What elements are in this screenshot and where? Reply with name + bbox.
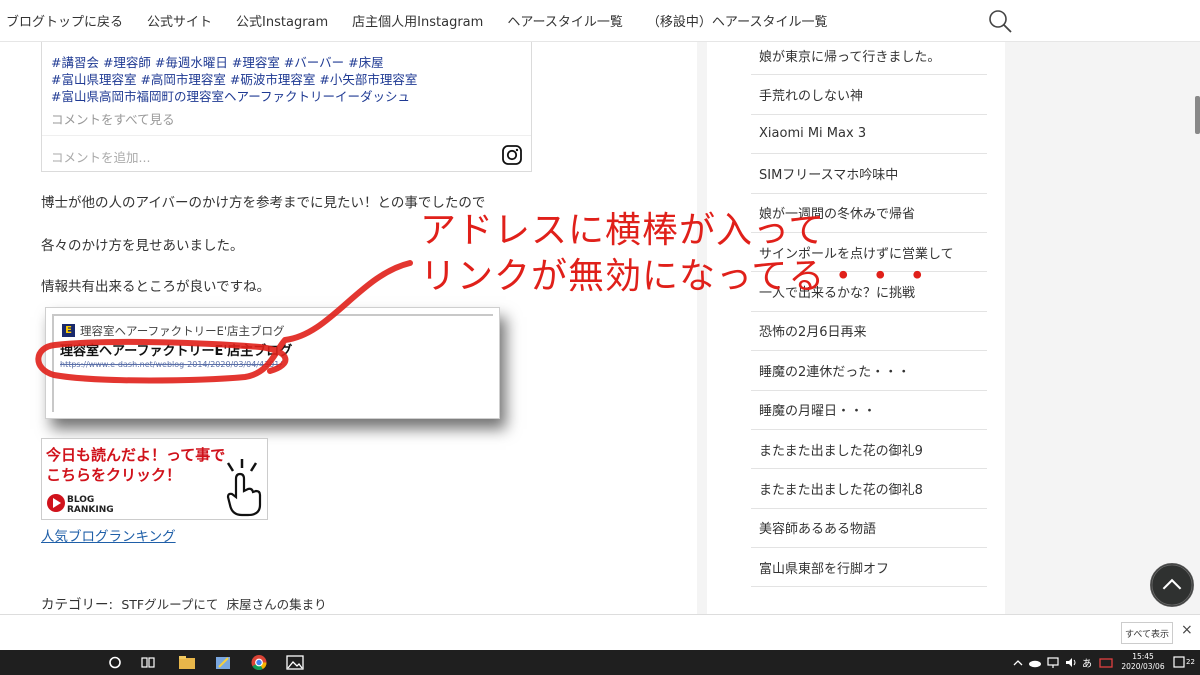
nav-hairstyle-list-moving[interactable]: （移設中）ヘアースタイル一覧 (647, 11, 828, 30)
add-comment-input[interactable]: コメントを追加... (51, 147, 150, 166)
sidebar-post-link[interactable]: またまた出ました花の御礼9 (751, 430, 987, 470)
sidebar-post-link[interactable]: Xiaomi Mi Max 3 (751, 115, 987, 155)
chevron-up-icon[interactable] (1012, 654, 1024, 671)
hashtag-line[interactable]: #講習会 #理容師 #毎週水曜日 #理容室 #バーバー #床屋 (51, 54, 417, 71)
volume-icon[interactable] (1064, 654, 1078, 671)
network-icon[interactable] (1046, 654, 1060, 671)
onedrive-icon[interactable] (1028, 654, 1042, 671)
blog-ranking-link[interactable]: 人気ブログランキング (41, 525, 176, 545)
sidebar-post-link[interactable]: 娘が東京に帰って行きました。 (751, 36, 987, 76)
add-comment-row[interactable]: コメントを追加... (42, 135, 531, 172)
nav-hairstyle-list[interactable]: ヘアースタイル一覧 (507, 11, 623, 30)
scrollbar-thumb[interactable] (1195, 96, 1200, 134)
sidebar-post-link[interactable]: 富山県東部を行脚オフ (751, 548, 987, 588)
category-row: カテゴリー: STFグループにて 床屋さんの集まり (41, 593, 327, 614)
close-download-bar-button[interactable]: × (1181, 622, 1193, 638)
annotation-line: リンクが無効になってる・・・ (420, 256, 937, 297)
task-view-icon[interactable] (140, 654, 156, 671)
windows-taskbar: あ 15:45 2020/03/06 22 (0, 650, 1200, 675)
sidebar-post-link[interactable]: 睡魔の月曜日・・・ (751, 391, 987, 430)
sidebar-post-link[interactable]: SIMフリースマホ吟味中 (751, 154, 987, 194)
sidebar-post-link[interactable]: 睡魔の2連休だった・・・ (751, 351, 987, 391)
category-label: カテゴリー: (41, 597, 114, 613)
annotation-line: アドレスに横棒が入って (420, 210, 826, 251)
taskbar-clock[interactable]: 15:45 2020/03/06 (1120, 652, 1166, 672)
sidebar-post-link[interactable]: 手荒れのしない神 (751, 75, 987, 115)
paint-app-icon[interactable] (214, 654, 232, 671)
browser-page: ブログトップに戻る 公式サイト 公式Instagram 店主個人用Instagr… (0, 0, 1200, 675)
cortana-icon[interactable] (108, 654, 122, 671)
photos-icon[interactable] (286, 654, 304, 671)
file-explorer-icon[interactable] (178, 654, 196, 671)
svg-text:BLOG: BLOG (67, 495, 94, 505)
keyboard-icon[interactable] (1099, 654, 1113, 671)
nav-official-site[interactable]: 公式サイト (147, 11, 212, 30)
clock-time: 15:45 (1132, 652, 1154, 661)
top-navigation: ブログトップに戻る 公式サイト 公式Instagram 店主個人用Instagr… (0, 0, 1200, 42)
chrome-icon[interactable] (250, 654, 268, 671)
svg-text:RANKING: RANKING (67, 505, 114, 515)
category-tag[interactable]: STFグループにて (121, 597, 219, 614)
instagram-embed: #講習会 #理容師 #毎週水曜日 #理容室 #バーバー #床屋 #富山県理容室 … (41, 42, 532, 172)
download-bar: すべて表示 × (0, 614, 1200, 650)
annotation-note: アドレスに横棒が入って リンクが無効になってる・・・ (420, 208, 936, 300)
notification-icon[interactable] (1172, 654, 1186, 671)
search-icon[interactable] (988, 9, 1012, 33)
banner-text-line: 今日も読んだよ！って事で (46, 446, 226, 464)
sidebar-post-link[interactable]: またまた出ました花の御礼8 (751, 469, 987, 509)
category-tag[interactable]: 床屋さんの集まり (226, 597, 327, 614)
hashtag-line[interactable]: #富山県理容室 #高岡市理容室 #砺波市理容室 #小矢部市理容室 (51, 71, 417, 88)
article-paragraph: 各々のかけ方を見せあいました。 (41, 238, 244, 254)
article-paragraph: 博士が他の人のアイバーのかけ方を参考までに見たい！との事でしたので (41, 195, 486, 211)
blog-ranking-banner[interactable]: 今日も読んだよ！って事で こちらをクリック！ BLOG RANKING (41, 438, 268, 520)
show-all-downloads-button[interactable]: すべて表示 (1121, 622, 1173, 644)
sidebar-post-link[interactable]: 美容師あるある物語 (751, 509, 987, 549)
hashtag-line[interactable]: #富山県高岡市福岡町の理容室ヘアーファクトリーイーダッシュ (51, 88, 417, 105)
back-to-top-button[interactable] (1150, 563, 1194, 607)
ime-indicator[interactable]: あ (1082, 655, 1092, 670)
blog-ranking-logo: BLOG RANKING (47, 494, 114, 515)
pointing-hand-icon (226, 459, 262, 517)
nav-official-instagram[interactable]: 公式Instagram (236, 11, 328, 30)
red-marker-scribble (35, 260, 413, 384)
sidebar-post-link[interactable]: 恐怖の2月6日再来 (751, 312, 987, 352)
nav-owner-instagram[interactable]: 店主個人用Instagram (352, 11, 483, 30)
view-all-comments-link[interactable]: コメントをすべて見る (51, 109, 175, 128)
instagram-icon[interactable] (502, 145, 522, 165)
banner-text-line: こちらをクリック！ (46, 466, 182, 484)
instagram-hashtags: #講習会 #理容師 #毎週水曜日 #理容室 #バーバー #床屋 #富山県理容室 … (51, 54, 417, 105)
clock-date: 2020/03/06 (1121, 662, 1165, 671)
nav-blog-top[interactable]: ブログトップに戻る (6, 11, 123, 30)
recent-posts-list: 娘が東京に帰って行きました。 手荒れのしない神 Xiaomi Mi Max 3 … (751, 36, 987, 588)
notification-badge: 22 (1186, 658, 1195, 666)
